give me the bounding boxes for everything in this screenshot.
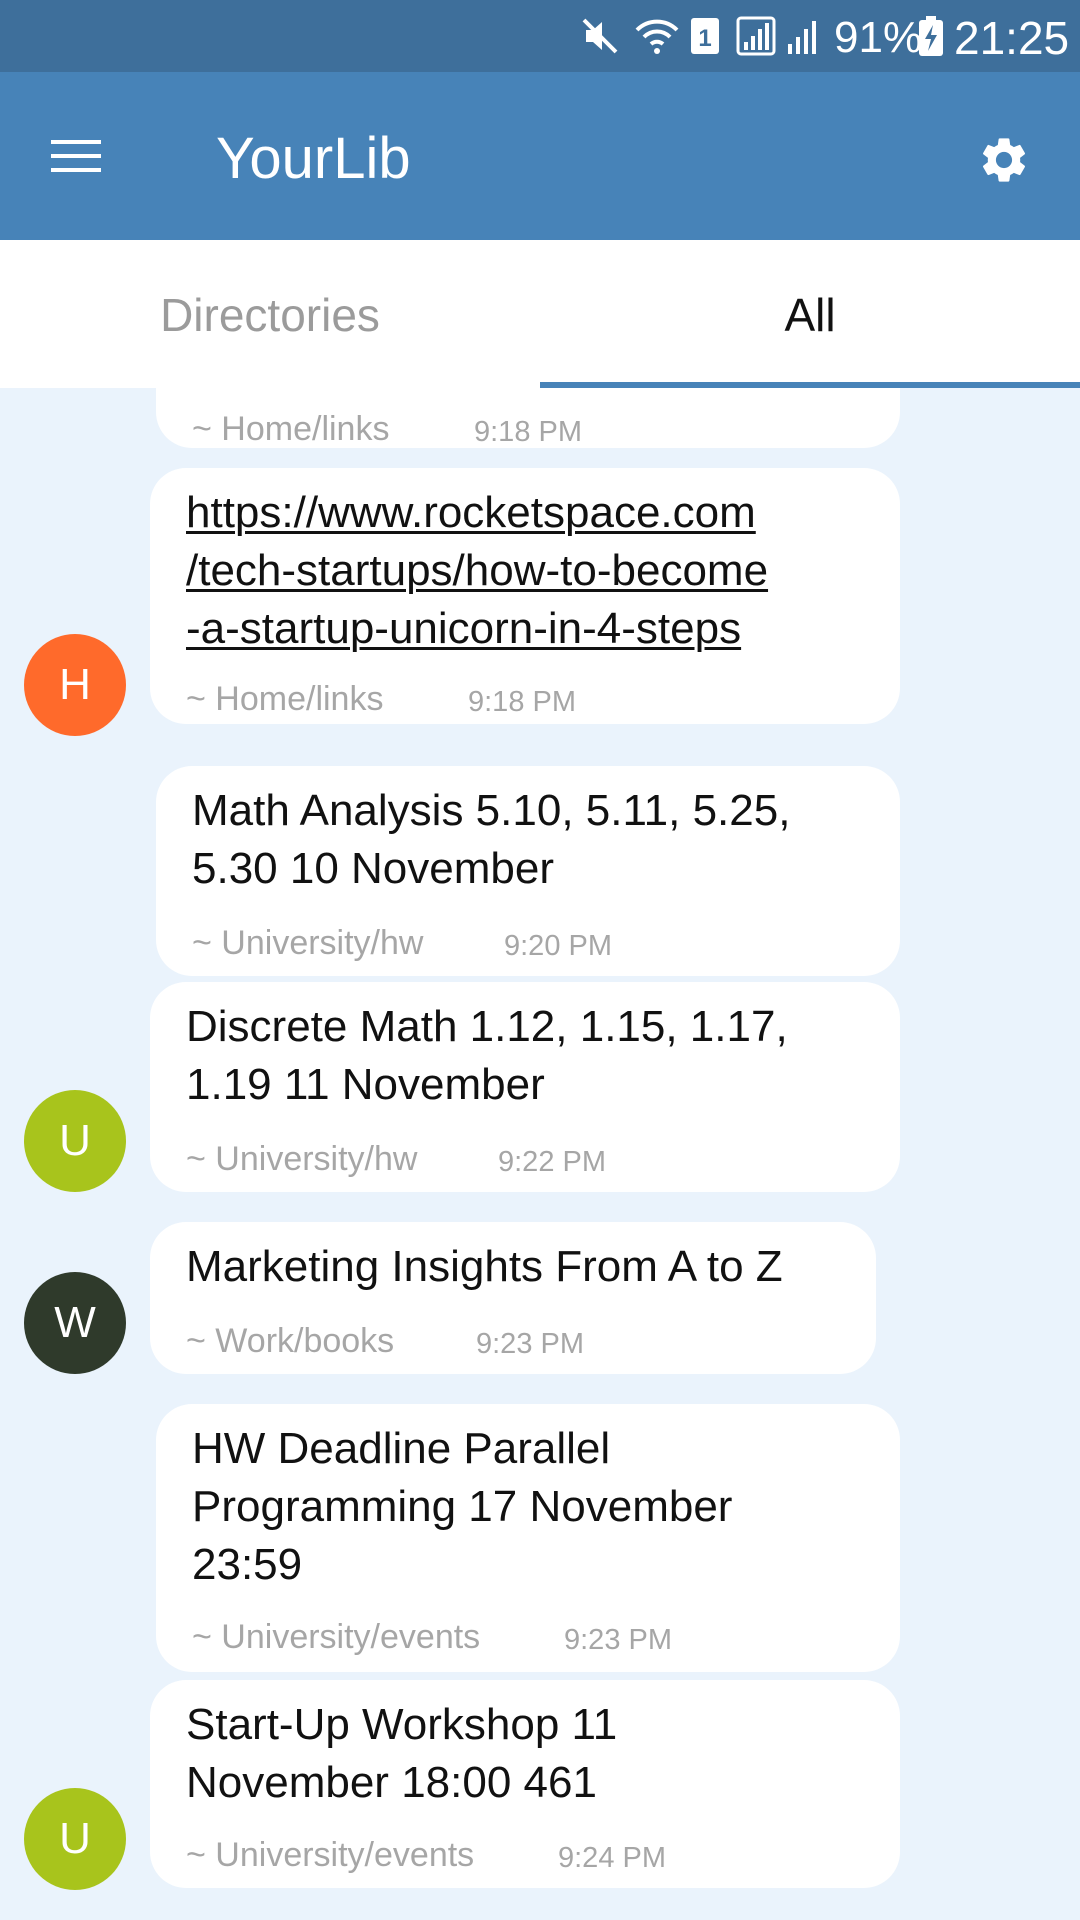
avatar: U bbox=[24, 1090, 126, 1192]
app-toolbar: YourLib bbox=[0, 72, 1080, 240]
app-title: YourLib bbox=[216, 126, 411, 191]
tab-all[interactable]: All bbox=[540, 240, 1080, 388]
item-text: HW Deadline Parallel Programming 17 Nove… bbox=[192, 1424, 733, 1589]
list-item[interactable]: ~ Home/links 9:18 PM bbox=[156, 388, 900, 448]
avatar: U bbox=[24, 1788, 126, 1890]
item-time: 9:18 PM bbox=[468, 686, 576, 718]
hamburger-menu-icon bbox=[51, 140, 101, 172]
tab-directories[interactable]: Directories bbox=[0, 240, 540, 388]
wifi-icon bbox=[634, 0, 684, 72]
list-item[interactable]: Marketing Insights From A to Z ~ Work/bo… bbox=[150, 1222, 876, 1374]
signal-icon bbox=[786, 0, 826, 72]
avatar: W bbox=[24, 1272, 126, 1374]
item-time: 9:22 PM bbox=[498, 1146, 606, 1178]
list-item[interactable]: https://www.rocketspace.com /tech-startu… bbox=[150, 468, 900, 724]
item-directory: ~ University/events bbox=[192, 1618, 481, 1656]
list-item[interactable]: Math Analysis 5.10, 5.11, 5.25, 5.30 10 … bbox=[156, 766, 900, 976]
sim-slot-label: 1 bbox=[698, 25, 711, 52]
item-text: Start-Up Workshop 11 November 18:00 461 bbox=[186, 1700, 618, 1807]
item-link[interactable]: https://www.rocketspace.com /tech-startu… bbox=[186, 484, 768, 658]
status-bar: 1 91% 21:25 bbox=[0, 0, 1080, 72]
item-time: 9:23 PM bbox=[476, 1328, 584, 1360]
item-text: Marketing Insights From A to Z bbox=[186, 1242, 783, 1291]
menu-button[interactable] bbox=[36, 116, 116, 196]
item-time: 9:24 PM bbox=[558, 1842, 666, 1874]
sim-icon: 1 bbox=[690, 0, 724, 72]
battery-percentage: 91% bbox=[834, 13, 923, 62]
item-directory: ~ University/hw bbox=[192, 924, 424, 962]
list-item[interactable]: HW Deadline Parallel Programming 17 Nove… bbox=[156, 1404, 900, 1672]
list-item[interactable]: Discrete Math 1.12, 1.15, 1.17, 1.19 11 … bbox=[150, 982, 900, 1192]
mute-icon bbox=[580, 0, 626, 72]
item-directory: ~ Home/links bbox=[192, 410, 390, 448]
tab-bar: Directories All bbox=[0, 240, 1080, 388]
item-text: Math Analysis 5.10, 5.11, 5.25, 5.30 10 … bbox=[192, 786, 791, 893]
gear-icon bbox=[982, 138, 1026, 182]
item-list[interactable]: ~ Home/links 9:18 PM https://www.rockets… bbox=[0, 388, 1080, 1920]
battery-charging-icon bbox=[918, 0, 946, 72]
item-time: 9:18 PM bbox=[474, 416, 582, 448]
item-time: 9:23 PM bbox=[564, 1624, 672, 1656]
item-time: 9:20 PM bbox=[504, 930, 612, 962]
avatar: H bbox=[24, 634, 126, 736]
signal-icon bbox=[736, 0, 778, 72]
item-directory: ~ Home/links bbox=[186, 680, 384, 718]
item-directory: ~ University/hw bbox=[186, 1140, 418, 1178]
item-directory: ~ University/events bbox=[186, 1836, 475, 1874]
item-directory: ~ Work/books bbox=[186, 1322, 395, 1360]
settings-button[interactable] bbox=[966, 122, 1042, 198]
list-item[interactable]: Start-Up Workshop 11 November 18:00 461 … bbox=[150, 1680, 900, 1888]
clock: 21:25 bbox=[954, 12, 1070, 64]
item-text: Discrete Math 1.12, 1.15, 1.17, 1.19 11 … bbox=[186, 1002, 788, 1109]
